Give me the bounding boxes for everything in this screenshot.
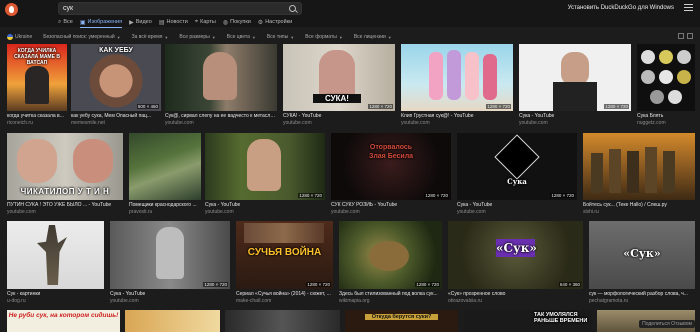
tab-all[interactable]: ⌕ Все (58, 17, 73, 27)
search-icon[interactable] (289, 5, 296, 12)
image-icon: ▣ (79, 19, 86, 26)
type-filter[interactable]: Все типы ▼ (267, 34, 294, 40)
region-filter[interactable]: Ukraine (7, 34, 32, 40)
map-pin-icon: ⌖ (194, 18, 199, 25)
tab-settings[interactable]: ⚙ Настройки (258, 17, 292, 27)
shopping-icon: ◍ (222, 19, 229, 26)
search-icon: ⌕ (58, 18, 62, 25)
search-tabs: ⌕ Все ▣ Изображения ▶ Видео ▤ Новости ⌖ Карты… (58, 17, 292, 28)
tab-maps[interactable]: ⌖ Карты (195, 17, 216, 27)
color-filter[interactable]: Все цвета ▼ (227, 34, 256, 40)
grid-size-toggle[interactable] (678, 33, 693, 39)
layout-filter[interactable]: Все форматы ▼ (305, 34, 343, 40)
results-row-2: ЧИКАТИЛОП У Т И Н ПУТИН СУКА ! ЭТО УЖЕ Б… (7, 133, 695, 215)
results-row-3: Сук - картинки u-dog.ru 1280 × 720 Сука … (7, 221, 695, 304)
search-input[interactable]: сук (58, 2, 302, 15)
top-header: сук Установить DuckDuckGo для Windows ⌕ В… (0, 0, 700, 28)
tab-shopping[interactable]: ◍ Покупки (223, 17, 251, 27)
chevron-down-icon: ▼ (164, 34, 169, 40)
ukraine-flag-icon (7, 34, 13, 40)
chevron-down-icon: ▼ (290, 34, 295, 40)
tab-images[interactable]: ▣ Изображения (79, 17, 123, 28)
news-icon: ▤ (158, 19, 165, 26)
tab-video[interactable]: ▶ Видео (129, 17, 152, 27)
search-query[interactable]: сук (63, 5, 73, 12)
time-filter[interactable]: За всё время ▼ (132, 34, 169, 40)
results-row-1: КОГДА УЧИЛКА СКАЗАЛА МАМЕ В ВАТСАП когда… (7, 44, 695, 126)
duckduckgo-logo-icon[interactable] (5, 3, 18, 16)
results-row-4: Не руби сук, на котором сидишь! Откуда б… (7, 310, 695, 332)
settings-icon: ⚙ (257, 19, 264, 26)
install-link[interactable]: Установить DuckDuckGo для Windows (568, 5, 674, 11)
large-grid-icon[interactable] (687, 33, 693, 39)
safe-search-filter[interactable]: Безопасный поиск: умеренный ▼ (43, 34, 120, 40)
feedback-badge[interactable]: Поделиться Отзывом (639, 320, 695, 328)
chevron-down-icon: ▼ (211, 34, 216, 40)
filter-bar: Ukraine Безопасный поиск: умеренный ▼ За … (0, 31, 700, 43)
tab-news[interactable]: ▤ Новости (159, 17, 188, 27)
chevron-down-icon: ▼ (116, 34, 121, 40)
size-filter[interactable]: Все размеры ▼ (179, 34, 215, 40)
chevron-down-icon: ▼ (387, 34, 392, 40)
video-icon: ▶ (129, 19, 134, 26)
hamburger-menu-icon[interactable] (684, 4, 693, 11)
small-grid-icon[interactable] (678, 33, 684, 39)
chevron-down-icon: ▼ (251, 34, 256, 40)
license-filter[interactable]: Все лицензии ▼ (354, 34, 392, 40)
chevron-down-icon: ▼ (338, 34, 343, 40)
